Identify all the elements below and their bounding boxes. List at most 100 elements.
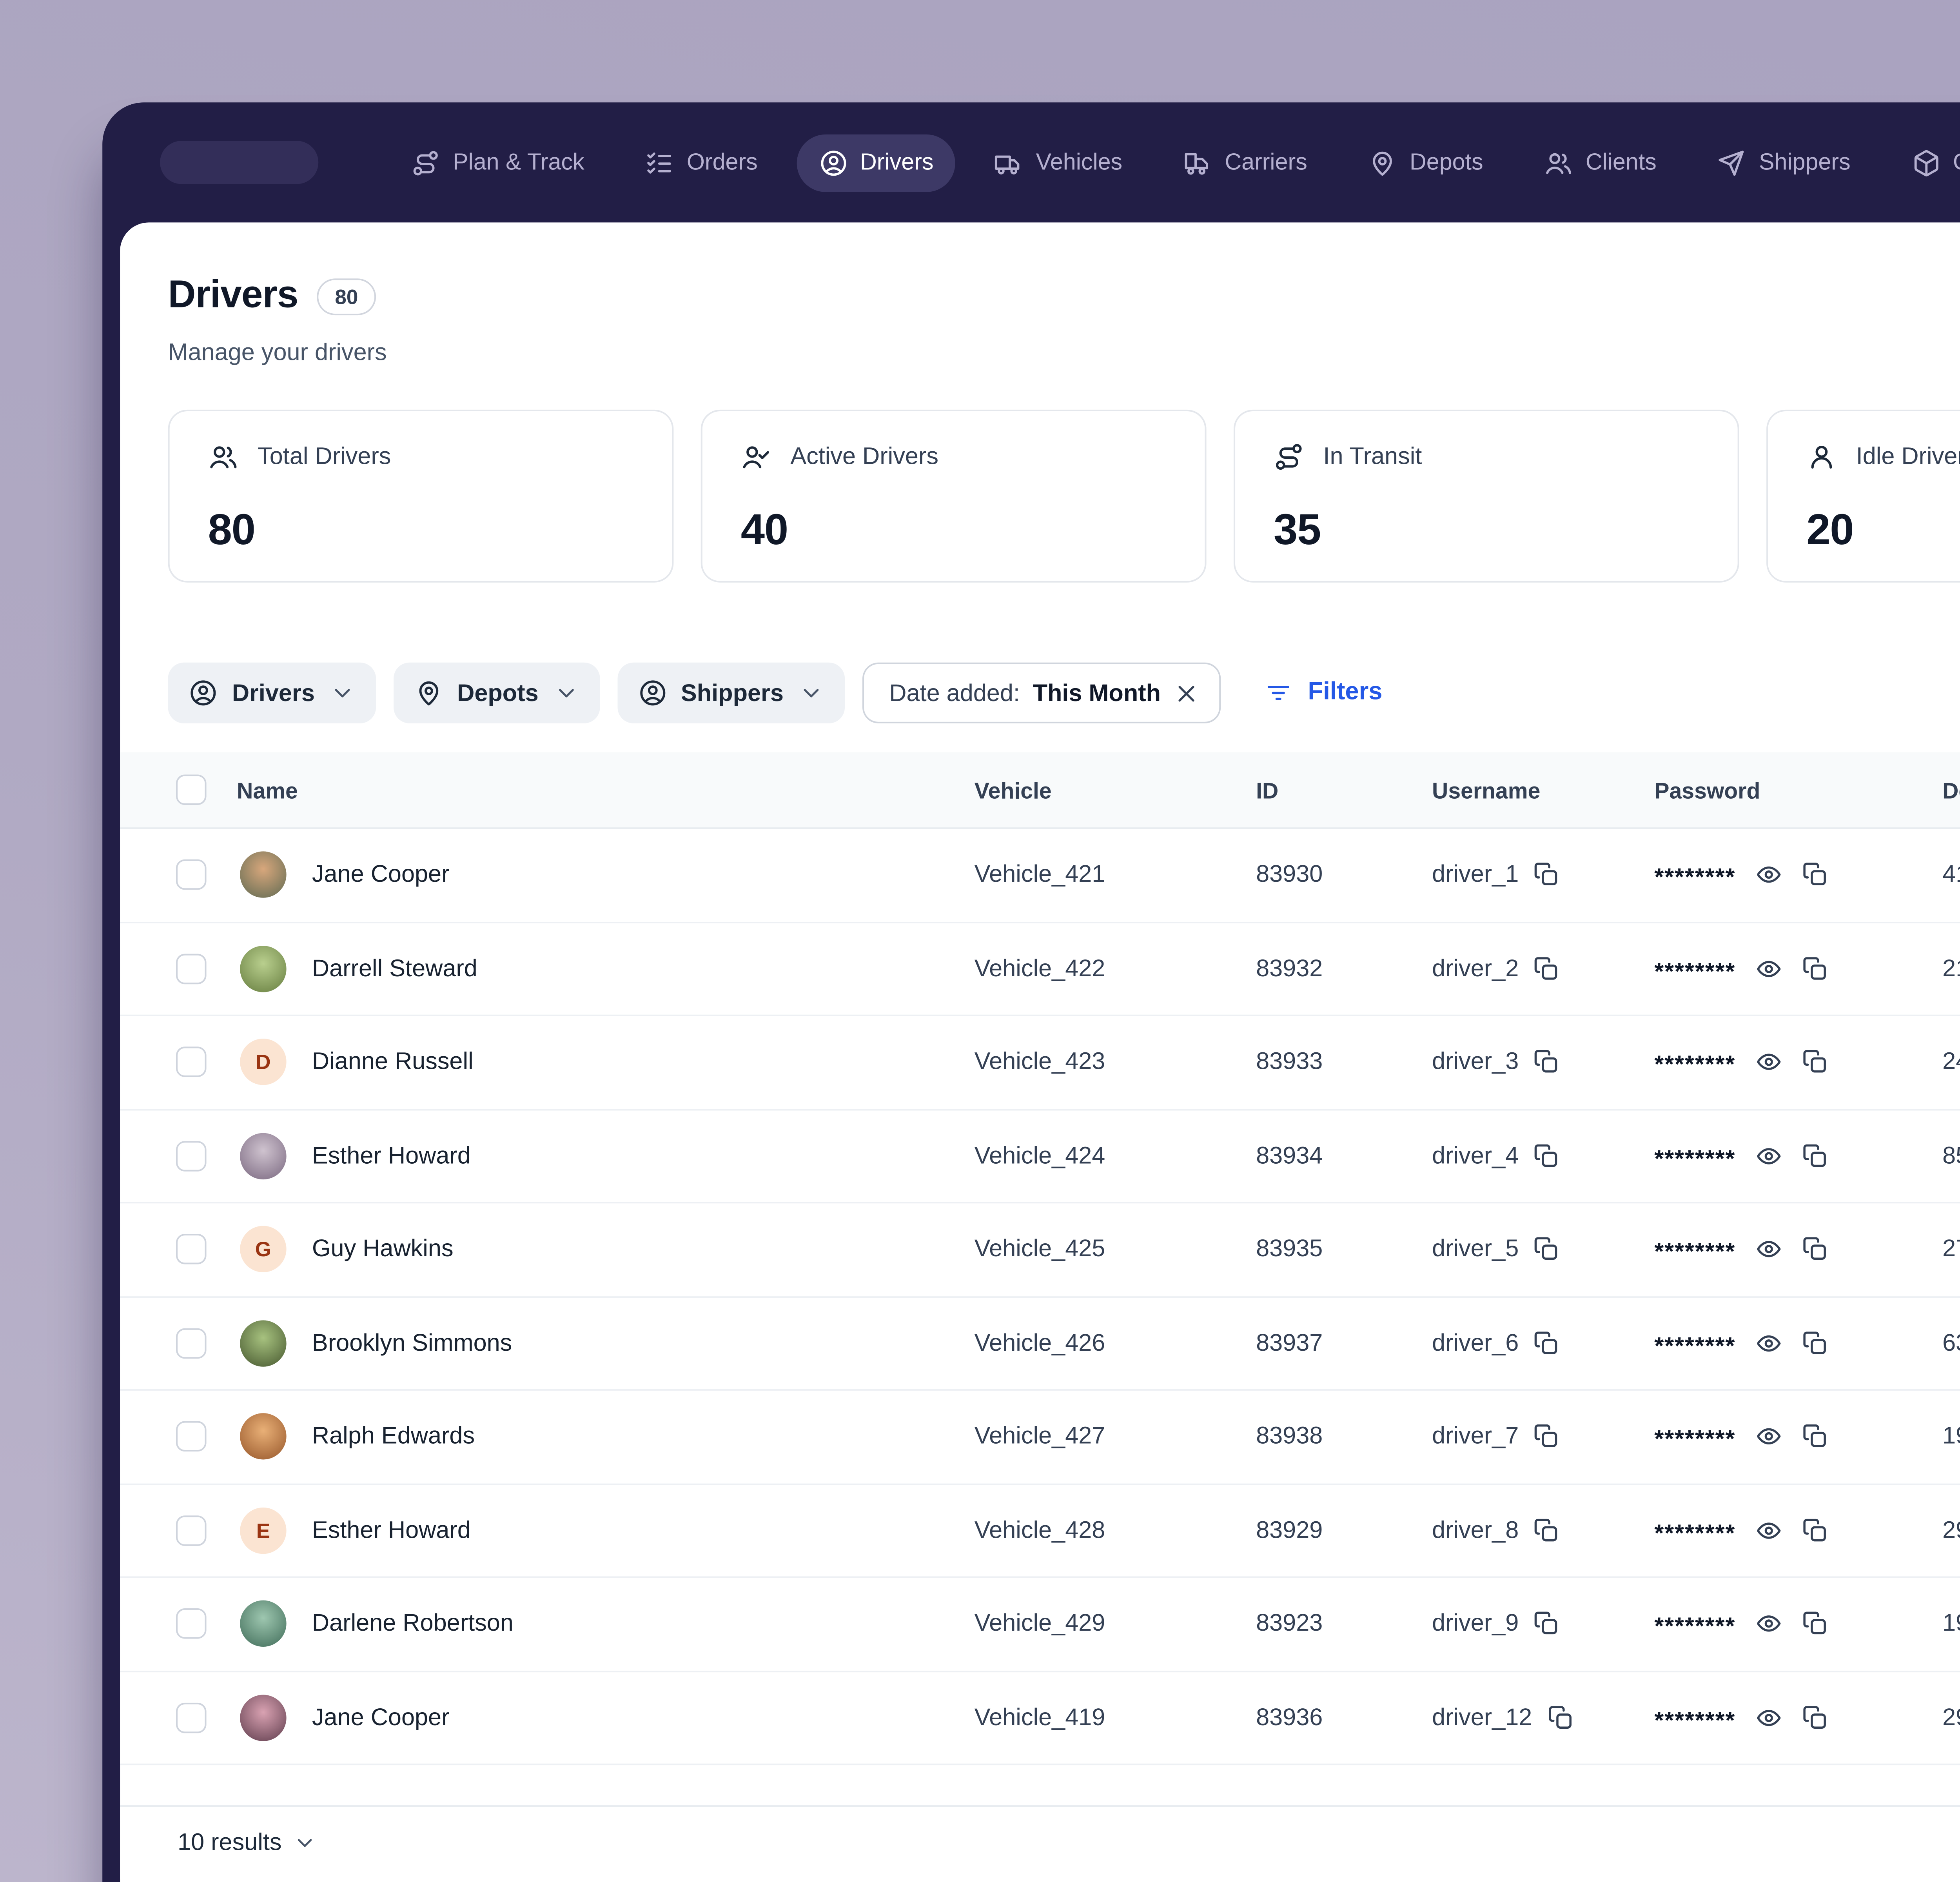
results-per-page-dropdown[interactable]: 10 results [168, 1828, 327, 1858]
table-row[interactable]: G Guy Hawkins Vehicle_425 83935 driver_5… [120, 1203, 1960, 1297]
row-checkbox[interactable] [176, 1141, 207, 1171]
table-footer: 10 results 1 - 5 [120, 1805, 1960, 1879]
copy-password-icon[interactable] [1801, 861, 1828, 888]
close-icon[interactable] [1174, 679, 1201, 707]
table-row[interactable]: Brooklyn Simmons Vehicle_426 83937 drive… [120, 1297, 1960, 1391]
copy-password-icon[interactable] [1801, 1610, 1828, 1637]
table-row[interactable]: Jane Cooper Vehicle_421 83930 driver_1 *… [120, 829, 1960, 923]
count-badge: 80 [317, 278, 376, 315]
copy-username-icon[interactable] [1533, 1048, 1560, 1075]
route-icon [411, 148, 440, 177]
filter-dropdown-drivers[interactable]: Drivers [168, 662, 376, 723]
copy-username-icon[interactable] [1533, 1517, 1560, 1544]
row-checkbox[interactable] [176, 1047, 207, 1077]
copy-username-icon[interactable] [1533, 1330, 1560, 1357]
filter-icon [1265, 679, 1293, 707]
copy-username-icon[interactable] [1533, 955, 1560, 982]
map-pin-icon [414, 679, 443, 707]
table-row[interactable]: Darlene Robertson Vehicle_429 83923 driv… [120, 1578, 1960, 1672]
stats-row: Total Drivers 80 Active Drivers 40 In Tr… [168, 409, 1960, 583]
send-icon [1717, 148, 1746, 177]
copy-username-icon[interactable] [1533, 1423, 1560, 1450]
copy-username-icon[interactable] [1533, 1142, 1560, 1169]
table-row[interactable]: Esther Howard Vehicle_424 83934 driver_4… [120, 1110, 1960, 1204]
filter-dropdown-shippers[interactable]: Shippers [617, 662, 845, 723]
copy-password-icon[interactable] [1801, 1517, 1828, 1544]
copy-password-icon[interactable] [1801, 1236, 1828, 1263]
filters-label: Filters [1308, 678, 1383, 706]
filter-dropdown-depots[interactable]: Depots [393, 662, 599, 723]
user-circle-icon [638, 679, 666, 707]
stat-card-idle-drivers: Idle Drivers 20 [1766, 409, 1960, 583]
password-mask: ******** [1654, 958, 1736, 986]
copy-password-icon[interactable] [1801, 1704, 1828, 1731]
table-row[interactable]: Darrell Steward Vehicle_422 83932 driver… [120, 923, 1960, 1016]
date-chip-prefix: Date added: [889, 679, 1020, 707]
eye-icon[interactable] [1755, 1517, 1782, 1544]
eye-icon[interactable] [1755, 1610, 1782, 1637]
eye-icon[interactable] [1755, 955, 1782, 982]
depot-cell: 2464 Royal Ln. Mesa.. [1942, 1048, 1960, 1076]
eye-icon[interactable] [1755, 861, 1782, 888]
table-row[interactable]: Jane Cooper Vehicle_419 83936 driver_12 … [120, 1671, 1960, 1766]
driver-name: Esther Howard [312, 1517, 471, 1544]
table-row[interactable]: D Dianne Russell Vehicle_423 83933 drive… [120, 1016, 1960, 1110]
driver-name: Darrell Steward [312, 955, 477, 983]
nav-item-carriers[interactable]: Carriers [1161, 134, 1330, 191]
table-body: Jane Cooper Vehicle_421 83930 driver_1 *… [120, 829, 1960, 1766]
copy-password-icon[interactable] [1801, 1048, 1828, 1075]
column-header-id: ID [1256, 777, 1279, 803]
row-checkbox[interactable] [176, 1515, 207, 1546]
route-icon [1274, 442, 1304, 472]
depot-cell: 2972 Westheimer Rd.. [1942, 1517, 1960, 1544]
eye-icon[interactable] [1755, 1423, 1782, 1450]
driver-name: Dianne Russell [312, 1048, 474, 1076]
depot-cell: 6391 Elgin St. Celina.. [1942, 1329, 1960, 1357]
nav-item-clients[interactable]: Clients [1522, 134, 1679, 191]
row-checkbox[interactable] [176, 1421, 207, 1452]
copy-password-icon[interactable] [1801, 1330, 1828, 1357]
chevron-down-icon [293, 1831, 317, 1855]
copy-username-icon[interactable] [1533, 1236, 1560, 1263]
select-all-checkbox[interactable] [176, 774, 207, 805]
copy-username-icon[interactable] [1533, 861, 1560, 888]
copy-password-icon[interactable] [1801, 1423, 1828, 1450]
nav-item-depots[interactable]: Depots [1346, 134, 1506, 191]
eye-icon[interactable] [1755, 1236, 1782, 1263]
table-row[interactable]: E Esther Howard Vehicle_428 83929 driver… [120, 1484, 1960, 1578]
nav-item-vehicles[interactable]: Vehicles [972, 134, 1145, 191]
password-mask: ******** [1654, 1332, 1736, 1360]
depot-cell: 4140 Parker Rd. Allen... [1942, 861, 1960, 889]
row-checkbox[interactable] [176, 1328, 207, 1359]
row-checkbox[interactable] [176, 859, 207, 890]
id-cell: 83923 [1256, 1610, 1323, 1638]
eye-icon[interactable] [1755, 1704, 1782, 1731]
nav-item-plan-track[interactable]: Plan & Track [389, 134, 607, 191]
copy-password-icon[interactable] [1801, 955, 1828, 982]
eye-icon[interactable] [1755, 1330, 1782, 1357]
username-cell: driver_7 [1432, 1423, 1519, 1450]
copy-username-icon[interactable] [1533, 1610, 1560, 1637]
row-checkbox[interactable] [176, 1234, 207, 1265]
vehicle-cell: Vehicle_427 [974, 1423, 1105, 1450]
nav-item-orders[interactable]: Orders [623, 134, 780, 191]
users-icon [1544, 148, 1573, 177]
table-row[interactable]: Ralph Edwards Vehicle_427 83938 driver_7… [120, 1390, 1960, 1484]
username-cell: driver_8 [1432, 1517, 1519, 1544]
row-checkbox[interactable] [176, 953, 207, 984]
copy-password-icon[interactable] [1801, 1142, 1828, 1169]
avatar [240, 1132, 287, 1179]
copy-username-icon[interactable] [1546, 1704, 1573, 1731]
row-checkbox[interactable] [176, 1702, 207, 1733]
nav-item-goods[interactable]: Goods [1889, 134, 1960, 191]
row-checkbox[interactable] [176, 1609, 207, 1639]
depot-cell: 1901 Thornridge Cir.. [1942, 1423, 1960, 1450]
nav-item-shippers[interactable]: Shippers [1695, 134, 1873, 191]
avatar [240, 852, 287, 898]
page-title: Drivers [168, 273, 299, 317]
eye-icon[interactable] [1755, 1048, 1782, 1075]
nav-item-drivers[interactable]: Drivers [796, 133, 956, 191]
date-filter-chip[interactable]: Date added: This Month [862, 662, 1222, 723]
eye-icon[interactable] [1755, 1142, 1782, 1169]
filters-button[interactable]: Filters [1255, 677, 1392, 709]
